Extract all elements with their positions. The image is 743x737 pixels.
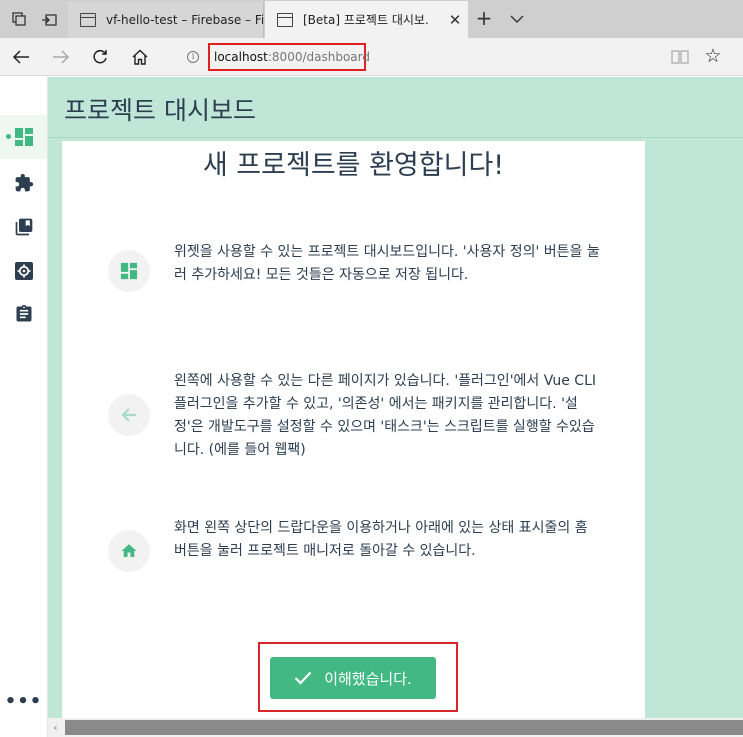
- welcome-heading: 새 프로젝트를 환영합니다!: [202, 150, 505, 181]
- button-highlight-box: 이해했습니다.: [258, 642, 458, 712]
- home-button[interactable]: [128, 46, 152, 68]
- page-icon: [80, 13, 96, 27]
- dependencies-icon: [15, 218, 32, 236]
- refresh-button[interactable]: [88, 46, 112, 68]
- scrollbar-thumb[interactable]: [65, 720, 743, 735]
- url-field[interactable]: i localhost:8000/dashboard ☆: [178, 42, 730, 72]
- scroll-left-arrow-icon[interactable]: ‹: [48, 718, 63, 737]
- arrow-left-icon: [108, 394, 150, 436]
- dashboard-icon: [14, 128, 33, 146]
- tab-manager-icon[interactable]: [8, 8, 30, 30]
- back-button[interactable]: [9, 46, 33, 68]
- close-tab-icon[interactable]: ✕: [442, 11, 468, 29]
- page-title: 프로젝트 대시보드: [64, 96, 256, 125]
- title-divider: [48, 137, 743, 138]
- more-menu-button[interactable]: •••: [0, 691, 47, 715]
- checkmark-icon: [294, 671, 312, 685]
- info-icon[interactable]: i: [187, 51, 199, 63]
- home-icon: [108, 530, 150, 572]
- sidebar: •••: [0, 77, 48, 737]
- new-tab-button[interactable]: +: [472, 8, 496, 30]
- understood-button-label: 이해했습니다.: [324, 669, 412, 688]
- dashboard-main: 프로젝트 대시보드 새 프로젝트를 환영합니다! 위젯을 사용할 수 있는 프로…: [48, 77, 743, 737]
- tab-label: vf-hello-test – Firebase – Fir: [106, 13, 263, 27]
- reading-view-icon[interactable]: [671, 49, 689, 65]
- sidebar-item-dashboard[interactable]: [0, 115, 47, 159]
- page-icon: [277, 12, 293, 27]
- tab-label: [Beta] 프로젝트 대시보.: [303, 13, 429, 27]
- forward-button[interactable]: [49, 46, 73, 68]
- sidebar-item-dependencies[interactable]: [0, 205, 47, 249]
- favorite-star-icon[interactable]: ☆: [703, 46, 723, 66]
- url-highlight-box[interactable]: localhost:8000/dashboard: [208, 43, 370, 71]
- settings-icon: [14, 262, 33, 280]
- sidebar-item-tasks[interactable]: [0, 292, 47, 336]
- sidebar-item-plugins[interactable]: [0, 161, 47, 205]
- tip-text: 위젯을 사용할 수 있는 프로젝트 대시보드입니다. '사용자 정의' 버튼을 …: [174, 244, 600, 283]
- address-bar: i localhost:8000/dashboard ☆: [0, 38, 743, 76]
- tip-text: 화면 왼쪽 상단의 드랍다운을 이용하거나 아래에 있는 상태 표시줄의 홈 버…: [174, 520, 588, 559]
- welcome-card: 새 프로젝트를 환영합니다! 위젯을 사용할 수 있는 프로젝트 대시보드입니다…: [62, 141, 645, 737]
- dashboard-icon: [108, 250, 150, 292]
- sidebar-item-settings[interactable]: [0, 249, 47, 293]
- tabs-aside-icon[interactable]: [38, 8, 60, 30]
- tab-dashboard[interactable]: [Beta] 프로젝트 대시보. ✕: [265, 1, 468, 38]
- browser-tab-bar: vf-hello-test – Firebase – Fir [Beta] 프로…: [0, 0, 743, 38]
- tasks-icon: [16, 304, 31, 322]
- chevron-down-icon[interactable]: [506, 8, 528, 30]
- horizontal-scrollbar[interactable]: ‹: [48, 718, 743, 737]
- tip-text: 왼쪽에 사용할 수 있는 다른 페이지가 있습니다. '플러그인'에서 Vue …: [174, 373, 597, 458]
- understood-button[interactable]: 이해했습니다.: [270, 657, 436, 699]
- url-path: :8000/dashboard: [267, 50, 370, 64]
- plugins-icon: [15, 173, 33, 192]
- url-host: localhost: [214, 50, 268, 64]
- tab-firebase[interactable]: vf-hello-test – Firebase – Fir: [68, 2, 264, 38]
